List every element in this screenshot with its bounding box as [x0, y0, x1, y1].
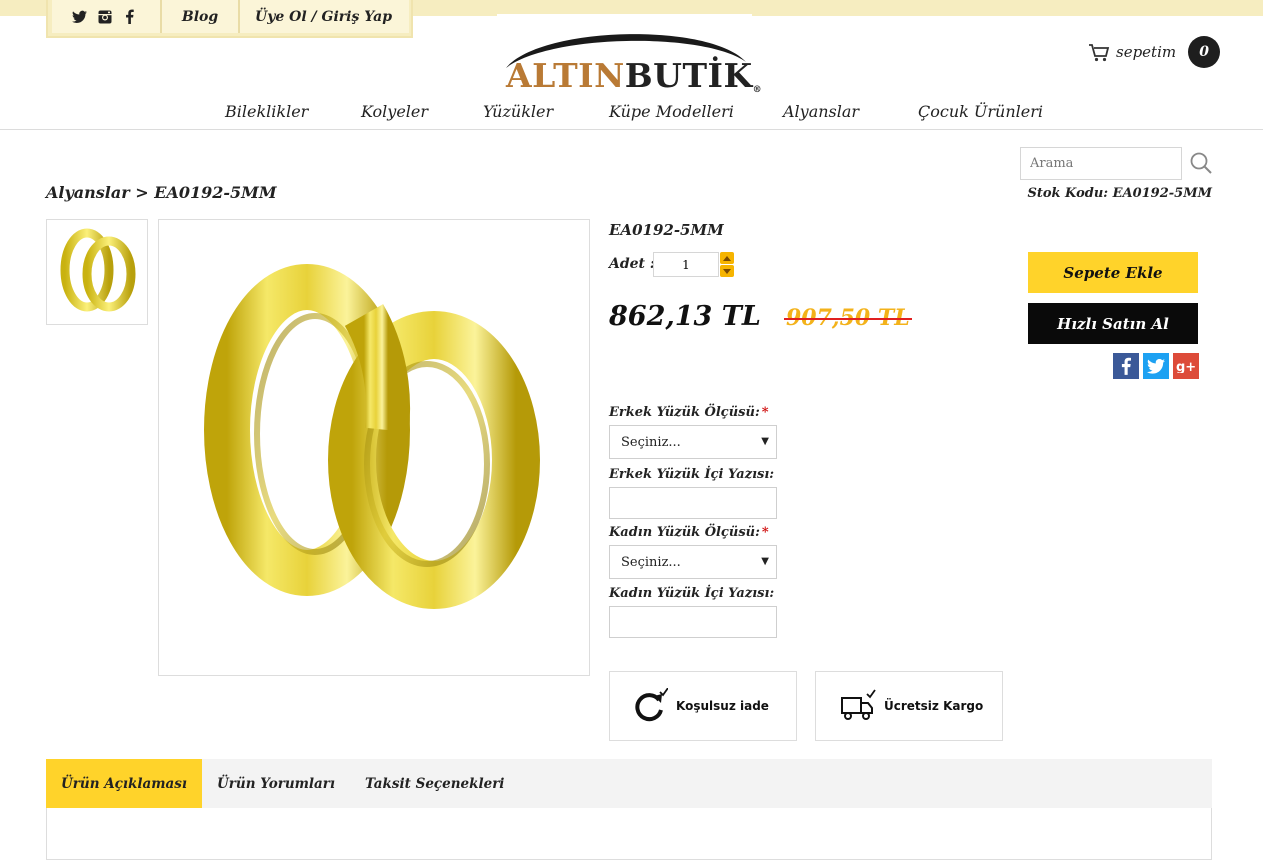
chevron-up-icon: [723, 255, 731, 261]
return-icon: [635, 688, 668, 722]
men-engraving-label: Erkek Yüzük İçi Yazısı:: [609, 467, 775, 482]
facebook-icon[interactable]: [122, 9, 137, 24]
logo-part-butik: BUTİK: [624, 56, 753, 95]
search-input[interactable]: [1020, 147, 1182, 180]
feature-free-return: Koşulsuz iade: [609, 671, 797, 741]
men-size-label-text: Erkek Yüzük Ölçüsü:: [609, 405, 760, 420]
nav-divider: [0, 129, 1263, 130]
nav-cocuk-urunleri[interactable]: Çocuk Ürünleri: [918, 102, 1043, 121]
women-size-value: Seçiniz...: [621, 554, 681, 570]
stock-code: Stok Kodu: EA0192-5MM: [1027, 186, 1212, 201]
quantity-increase-button[interactable]: [720, 252, 734, 264]
women-size-label: Kadın Yüzük Ölçüsü: *: [609, 525, 769, 540]
current-price: 862,13 TL: [609, 301, 761, 332]
nav-kupe-modelleri[interactable]: Küpe Modelleri: [609, 102, 734, 121]
blog-link[interactable]: Blog: [162, 9, 238, 25]
logo[interactable]: ALTINBUTİK®: [506, 56, 762, 95]
nav-bileklikler[interactable]: Bileklikler: [225, 102, 308, 121]
chevron-down-icon: [723, 268, 731, 274]
twitter-icon[interactable]: [72, 9, 87, 24]
old-price: 907,50 TL: [784, 305, 912, 331]
quantity-label: Adet :: [609, 256, 656, 272]
account-link[interactable]: Üye Ol / Giriş Yap: [240, 9, 407, 25]
social-links: [52, 9, 160, 24]
chevron-down-icon: ▼: [761, 436, 769, 447]
chevron-down-icon: ▼: [761, 556, 769, 567]
cart-icon: [1089, 43, 1110, 61]
product-name: EA0192-5MM: [609, 221, 724, 239]
top-links-box: Blog Üye Ol / Giriş Yap: [46, 0, 413, 38]
feature-free-shipping: Ücretsiz Kargo: [815, 671, 1003, 741]
required-mark: *: [761, 405, 769, 420]
breadcrumb: Alyanslar > EA0192-5MM: [46, 183, 277, 202]
women-engraving-input[interactable]: [609, 606, 777, 638]
cart[interactable]: sepetim 0: [1088, 36, 1221, 68]
quantity-decrease-button[interactable]: [720, 265, 734, 277]
men-engraving-input[interactable]: [609, 487, 777, 519]
men-size-select[interactable]: Seçiniz... ▼: [609, 425, 777, 459]
nav-yuzukler[interactable]: Yüzükler: [483, 102, 553, 121]
women-size-label-text: Kadın Yüzük Ölçüsü:: [609, 525, 760, 540]
cart-count-badge: 0: [1188, 36, 1221, 68]
women-engraving-label: Kadın Yüzük İçi Yazısı:: [609, 586, 775, 601]
wedding-rings-image: [204, 264, 540, 609]
men-size-label: Erkek Yüzük Ölçüsü: *: [609, 405, 769, 420]
feature-free-return-label: Koşulsuz iade: [676, 699, 769, 713]
men-size-value: Seçiniz...: [621, 434, 681, 450]
facebook-share-icon[interactable]: [1113, 353, 1139, 379]
product-thumbnail[interactable]: [46, 219, 148, 325]
cart-label: sepetim: [1116, 43, 1177, 61]
product-main-image[interactable]: [158, 219, 590, 676]
search-button[interactable]: [1188, 150, 1214, 176]
tab-installment-options[interactable]: Taksit Seçenekleri: [350, 759, 519, 808]
quantity-input[interactable]: [653, 252, 719, 277]
svg-text:g+: g+: [1176, 360, 1196, 373]
ring-thumbnail-image: [60, 228, 136, 312]
tab-product-description[interactable]: Ürün Açıklaması: [46, 759, 203, 808]
logo-mark: ®: [752, 85, 763, 95]
shipping-truck-icon: [841, 689, 876, 720]
quick-buy-button[interactable]: Hızlı Satın Al: [1028, 303, 1198, 344]
women-size-select[interactable]: Seçiniz... ▼: [609, 545, 777, 579]
feature-free-shipping-label: Ücretsiz Kargo: [884, 699, 984, 713]
google-plus-share-icon[interactable]: g+: [1173, 353, 1199, 379]
tab-product-reviews[interactable]: Ürün Yorumları: [202, 759, 350, 808]
instagram-icon[interactable]: [97, 9, 112, 24]
logo-part-altin: ALTIN: [506, 56, 625, 95]
product-tabs: Ürün Açıklaması Ürün Yorumları Taksit Se…: [46, 759, 1212, 808]
twitter-share-icon[interactable]: [1143, 353, 1169, 379]
nav-kolyeler[interactable]: Kolyeler: [361, 102, 428, 121]
required-mark: *: [761, 525, 769, 540]
tab-panel: [46, 808, 1212, 860]
search-icon: [1190, 152, 1212, 174]
add-to-cart-button[interactable]: Sepete Ekle: [1028, 252, 1198, 293]
nav-alyanslar[interactable]: Alyanslar: [783, 102, 859, 121]
